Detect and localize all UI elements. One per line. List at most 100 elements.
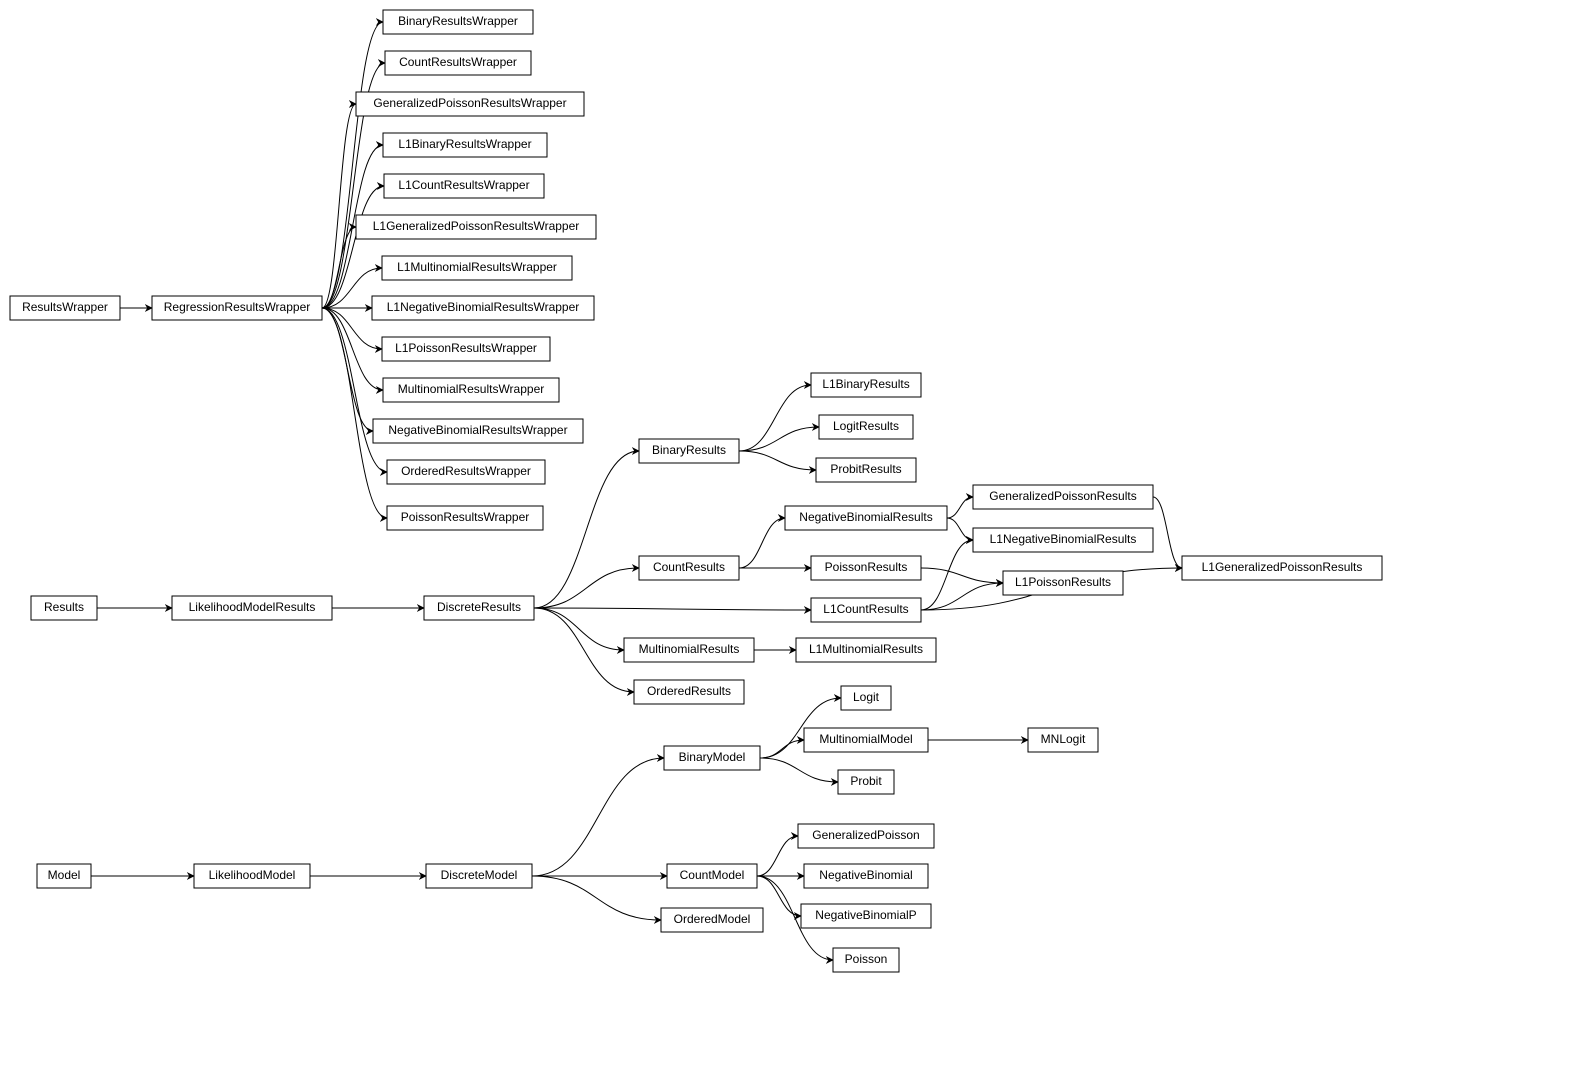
node-label: GeneralizedPoissonResults bbox=[989, 489, 1136, 503]
node-label: CountModel bbox=[680, 868, 745, 882]
node-label: Model bbox=[48, 868, 81, 882]
node-label: Poisson bbox=[845, 952, 888, 966]
edge-GeneralizedPoissonResults-L1GeneralizedPoissonResults bbox=[1153, 497, 1182, 568]
node-RegressionResultsWrapper[interactable]: RegressionResultsWrapper bbox=[152, 296, 322, 320]
edge-BinaryResults-LogitResults bbox=[739, 427, 819, 451]
node-label: LikelihoodModelResults bbox=[189, 600, 316, 614]
node-label: NegativeBinomialResultsWrapper bbox=[388, 423, 567, 437]
edge-RegressionResultsWrapper-L1CountResultsWrapper bbox=[322, 186, 384, 308]
node-GeneralizedPoisson[interactable]: GeneralizedPoisson bbox=[798, 824, 934, 848]
edge-DiscreteModel-BinaryModel bbox=[532, 758, 664, 876]
node-label: ProbitResults bbox=[830, 462, 901, 476]
node-MNLogit[interactable]: MNLogit bbox=[1028, 728, 1098, 752]
node-BinaryResults[interactable]: BinaryResults bbox=[639, 439, 739, 463]
node-LikelihoodModel[interactable]: LikelihoodModel bbox=[194, 864, 310, 888]
node-label: DiscreteResults bbox=[437, 600, 521, 614]
node-label: L1BinaryResultsWrapper bbox=[398, 137, 531, 151]
node-Logit[interactable]: Logit bbox=[841, 686, 891, 710]
node-PoissonResultsWrapper[interactable]: PoissonResultsWrapper bbox=[387, 506, 543, 530]
node-MultinomialResultsWrapper[interactable]: MultinomialResultsWrapper bbox=[383, 378, 559, 402]
node-GeneralizedPoissonResultsWrapper[interactable]: GeneralizedPoissonResultsWrapper bbox=[356, 92, 584, 116]
node-Probit[interactable]: Probit bbox=[838, 770, 894, 794]
node-CountResultsWrapper[interactable]: CountResultsWrapper bbox=[385, 51, 531, 75]
node-L1MultinomialResultsWrapper[interactable]: L1MultinomialResultsWrapper bbox=[382, 256, 572, 280]
node-Poisson[interactable]: Poisson bbox=[833, 948, 899, 972]
node-OrderedResults[interactable]: OrderedResults bbox=[634, 680, 744, 704]
node-label: L1MultinomialResultsWrapper bbox=[397, 260, 557, 274]
node-label: MultinomialResults bbox=[639, 642, 740, 656]
node-L1GeneralizedPoissonResults[interactable]: L1GeneralizedPoissonResults bbox=[1182, 556, 1382, 580]
node-label: LikelihoodModel bbox=[209, 868, 296, 882]
node-LogitResults[interactable]: LogitResults bbox=[819, 415, 913, 439]
node-label: Results bbox=[44, 600, 84, 614]
node-L1NegativeBinomialResults[interactable]: L1NegativeBinomialResults bbox=[973, 528, 1153, 552]
node-label: L1PoissonResultsWrapper bbox=[395, 341, 537, 355]
node-L1NegativeBinomialResultsWrapper[interactable]: L1NegativeBinomialResultsWrapper bbox=[372, 296, 594, 320]
node-label: NegativeBinomialP bbox=[815, 908, 916, 922]
node-label: L1NegativeBinomialResultsWrapper bbox=[387, 300, 580, 314]
node-OrderedModel[interactable]: OrderedModel bbox=[661, 908, 763, 932]
node-label: OrderedResultsWrapper bbox=[401, 464, 531, 478]
node-label: OrderedResults bbox=[647, 684, 731, 698]
node-PoissonResults[interactable]: PoissonResults bbox=[811, 556, 921, 580]
node-label: L1BinaryResults bbox=[822, 377, 909, 391]
node-L1PoissonResultsWrapper[interactable]: L1PoissonResultsWrapper bbox=[382, 337, 550, 361]
node-MultinomialModel[interactable]: MultinomialModel bbox=[804, 728, 928, 752]
node-LikelihoodModelResults[interactable]: LikelihoodModelResults bbox=[172, 596, 332, 620]
node-L1CountResults[interactable]: L1CountResults bbox=[811, 598, 921, 622]
node-label: L1GeneralizedPoissonResultsWrapper bbox=[373, 219, 580, 233]
node-NegativeBinomialResults[interactable]: NegativeBinomialResults bbox=[785, 506, 947, 530]
edge-L1CountResults-L1NegativeBinomialResults bbox=[921, 540, 973, 610]
edge-L1CountResults-L1PoissonResults bbox=[921, 583, 1003, 610]
node-label: MultinomialResultsWrapper bbox=[398, 382, 545, 396]
node-label: Logit bbox=[853, 690, 880, 704]
node-MultinomialResults[interactable]: MultinomialResults bbox=[624, 638, 754, 662]
node-label: L1PoissonResults bbox=[1015, 575, 1111, 589]
edge-BinaryModel-Probit bbox=[760, 758, 838, 782]
node-CountResults[interactable]: CountResults bbox=[639, 556, 739, 580]
edge-BinaryResults-ProbitResults bbox=[739, 451, 816, 470]
edge-DiscreteResults-L1CountResults bbox=[534, 608, 811, 610]
edge-DiscreteResults-BinaryResults bbox=[534, 451, 639, 608]
node-L1MultinomialResults[interactable]: L1MultinomialResults bbox=[796, 638, 936, 662]
node-L1CountResultsWrapper[interactable]: L1CountResultsWrapper bbox=[384, 174, 544, 198]
node-label: L1GeneralizedPoissonResults bbox=[1202, 560, 1363, 574]
node-label: PoissonResults bbox=[825, 560, 908, 574]
node-Model[interactable]: Model bbox=[37, 864, 91, 888]
node-NegativeBinomialResultsWrapper[interactable]: NegativeBinomialResultsWrapper bbox=[373, 419, 583, 443]
node-CountModel[interactable]: CountModel bbox=[667, 864, 757, 888]
node-ResultsWrapper[interactable]: ResultsWrapper bbox=[10, 296, 120, 320]
node-GeneralizedPoissonResults[interactable]: GeneralizedPoissonResults bbox=[973, 485, 1153, 509]
node-OrderedResultsWrapper[interactable]: OrderedResultsWrapper bbox=[387, 460, 545, 484]
node-L1PoissonResults[interactable]: L1PoissonResults bbox=[1003, 571, 1123, 595]
edge-CountResults-NegativeBinomialResults bbox=[739, 518, 785, 568]
node-DiscreteResults[interactable]: DiscreteResults bbox=[424, 596, 534, 620]
node-label: BinaryResultsWrapper bbox=[398, 14, 518, 28]
edge-RegressionResultsWrapper-PoissonResultsWrapper bbox=[322, 308, 387, 518]
edge-NegativeBinomialResults-L1NegativeBinomialResults bbox=[947, 518, 973, 540]
node-L1BinaryResultsWrapper[interactable]: L1BinaryResultsWrapper bbox=[383, 133, 547, 157]
node-L1GeneralizedPoissonResultsWrapper[interactable]: L1GeneralizedPoissonResultsWrapper bbox=[356, 215, 596, 239]
node-label: ResultsWrapper bbox=[22, 300, 108, 314]
node-label: DiscreteModel bbox=[441, 868, 518, 882]
node-label: L1CountResultsWrapper bbox=[398, 178, 529, 192]
edge-CountModel-GeneralizedPoisson bbox=[757, 836, 798, 876]
node-label: CountResults bbox=[653, 560, 725, 574]
node-L1BinaryResults[interactable]: L1BinaryResults bbox=[811, 373, 921, 397]
node-label: LogitResults bbox=[833, 419, 899, 433]
edge-DiscreteResults-MultinomialResults bbox=[534, 608, 624, 650]
node-NegativeBinomialP[interactable]: NegativeBinomialP bbox=[801, 904, 931, 928]
edge-BinaryModel-MultinomialModel bbox=[760, 740, 804, 758]
node-ProbitResults[interactable]: ProbitResults bbox=[816, 458, 916, 482]
node-NegativeBinomial[interactable]: NegativeBinomial bbox=[804, 864, 928, 888]
node-BinaryModel[interactable]: BinaryModel bbox=[664, 746, 760, 770]
node-label: RegressionResultsWrapper bbox=[164, 300, 311, 314]
edge-CountModel-NegativeBinomialP bbox=[757, 876, 801, 916]
node-Results[interactable]: Results bbox=[31, 596, 97, 620]
inheritance-diagram: ResultsWrapper RegressionResultsWrapper Bi… bbox=[0, 0, 1584, 1073]
edge-NegativeBinomialResults-GeneralizedPoissonResults bbox=[947, 497, 973, 518]
node-label: PoissonResultsWrapper bbox=[401, 510, 530, 524]
node-label: NegativeBinomialResults bbox=[799, 510, 932, 524]
node-DiscreteModel[interactable]: DiscreteModel bbox=[426, 864, 532, 888]
node-BinaryResultsWrapper[interactable]: BinaryResultsWrapper bbox=[383, 10, 533, 34]
